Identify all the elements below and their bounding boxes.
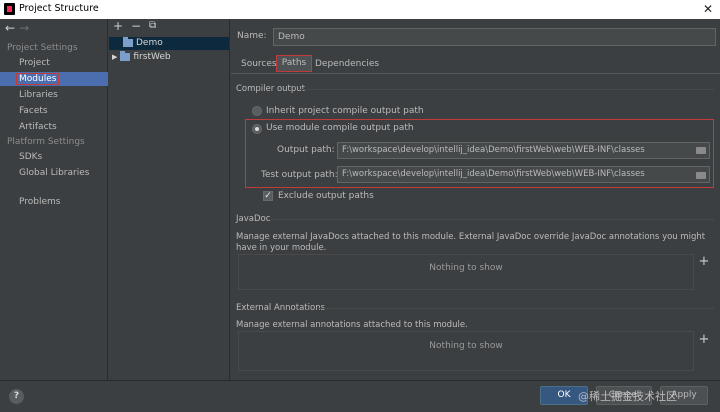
external-annotations-title: External Annotations <box>236 303 326 313</box>
exclude-paths-checkbox[interactable]: ✓ <box>263 191 273 201</box>
compiler-output-separator <box>300 89 714 90</box>
annotations-list: Nothing to show <box>238 331 694 371</box>
tree-item-label: firstWeb <box>133 52 171 62</box>
help-icon[interactable]: ? <box>9 389 24 404</box>
javadoc-list: Nothing to show <box>238 254 694 290</box>
output-path-input[interactable]: F:\workspace\develop\intellij_idea\Demo\… <box>337 142 710 159</box>
add-icon[interactable]: + <box>113 19 123 33</box>
javadoc-title: JavaDoc <box>236 214 271 224</box>
name-label: Name: <box>237 31 267 41</box>
add-javadoc-icon[interactable]: + <box>697 254 711 269</box>
tabs-divider <box>231 73 720 74</box>
test-output-path-input[interactable]: F:\workspace\develop\intellij_idea\Demo\… <box>337 166 710 183</box>
add-annotation-icon[interactable]: + <box>697 332 711 347</box>
exclude-paths-label: Exclude output paths <box>278 191 374 201</box>
title-bar: Project Structure ✕ <box>0 0 720 19</box>
close-icon[interactable]: ✕ <box>696 0 720 19</box>
expand-arrow-icon[interactable]: ▶ <box>112 53 117 61</box>
test-output-path-label: Test output path: <box>261 170 338 180</box>
tab-sources[interactable]: Sources <box>241 59 277 69</box>
browse-folder-icon[interactable] <box>696 147 706 154</box>
platform-settings-header: Platform Settings <box>7 137 85 147</box>
compiler-output-title: Compiler output <box>236 84 305 94</box>
module-name-input[interactable]: Demo <box>273 28 716 46</box>
javadoc-empty-text: Nothing to show <box>429 263 503 273</box>
sidebar-item-problems[interactable]: Problems <box>19 197 60 207</box>
javadoc-description: Manage external JavaDocs attached to thi… <box>236 232 706 253</box>
browse-folder-icon[interactable] <box>696 172 706 179</box>
inherit-path-radio[interactable] <box>252 106 262 116</box>
tab-paths[interactable]: Paths <box>276 55 312 72</box>
output-path-label: Output path: <box>277 145 335 155</box>
module-folder-icon <box>123 36 133 47</box>
sidebar-item-modules-row[interactable]: Modules <box>0 72 108 86</box>
copy-icon[interactable]: ⧉ <box>149 20 156 31</box>
javadoc-separator <box>270 219 714 220</box>
tree-item-demo[interactable]: Demo <box>109 36 229 50</box>
back-arrow-icon[interactable]: ← <box>5 21 19 35</box>
annotations-separator <box>318 308 714 309</box>
sidebar-item-libraries[interactable]: Libraries <box>19 90 58 100</box>
use-module-path-radio[interactable] <box>252 124 262 134</box>
sidebar-item-project[interactable]: Project <box>19 58 50 68</box>
sidebar-item-modules[interactable]: Modules <box>16 73 60 85</box>
sidebar-item-sdks[interactable]: SDKs <box>19 152 42 162</box>
sidebar-item-facets[interactable]: Facets <box>19 106 48 116</box>
use-module-path-label: Use module compile output path <box>266 123 414 133</box>
sidebar-item-artifacts[interactable]: Artifacts <box>19 122 57 132</box>
inherit-path-label: Inherit project compile output path <box>266 106 424 116</box>
remove-icon[interactable]: − <box>131 19 141 33</box>
tree-item-label: Demo <box>136 38 163 48</box>
annotations-description: Manage external annotations attached to … <box>236 320 468 330</box>
window-title: Project Structure <box>19 3 99 14</box>
forward-arrow-icon[interactable]: → <box>19 21 33 35</box>
sidebar-item-global-libraries[interactable]: Global Libraries <box>19 168 89 178</box>
project-settings-header: Project Settings <box>7 43 78 53</box>
module-folder-icon <box>120 50 131 61</box>
tree-item-firstweb[interactable]: ▶ firstWeb <box>109 50 229 64</box>
annotations-empty-text: Nothing to show <box>429 341 503 351</box>
watermark-text: @稀土掘金技术社区 <box>578 390 677 403</box>
intellij-app-icon <box>4 3 15 15</box>
module-tree-panel <box>108 19 230 380</box>
tab-dependencies[interactable]: Dependencies <box>315 59 379 69</box>
nav-arrows: ←→ <box>5 21 33 35</box>
